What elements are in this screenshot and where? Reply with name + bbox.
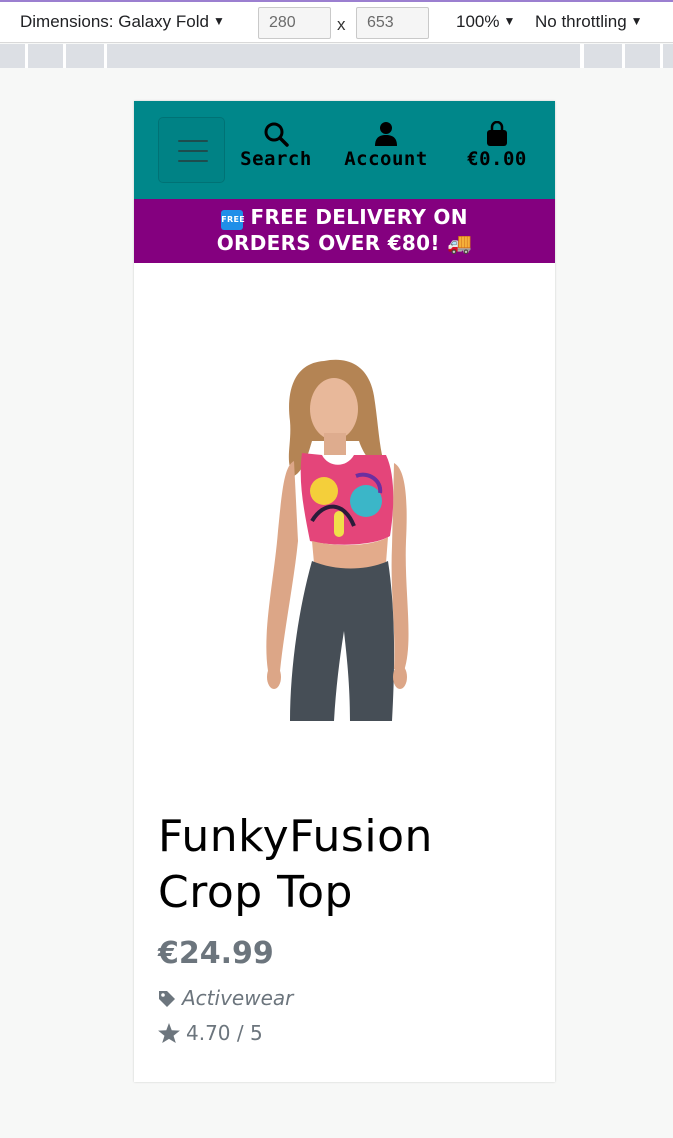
banner-text-1: FREE DELIVERY ON — [250, 205, 468, 229]
cart-total: €0.00 — [467, 148, 527, 170]
device-viewport: Search Account €0.00 FREE FREE DELIVERY … — [134, 101, 555, 1082]
rating-value: 4.70 / 5 — [186, 1021, 263, 1045]
hamburger-line — [178, 150, 208, 152]
free-badge-icon: FREE — [221, 210, 245, 230]
user-icon — [375, 122, 397, 146]
search-link[interactable]: Search — [238, 121, 314, 170]
ruler-segment[interactable] — [584, 44, 622, 68]
caret-down-icon: ▼ — [630, 14, 643, 28]
ruler-segment[interactable] — [663, 44, 673, 68]
dimensions-label: Dimensions: Galaxy Fold — [20, 12, 209, 31]
ruler-segment[interactable] — [625, 44, 660, 68]
account-link[interactable]: Account — [340, 121, 432, 170]
throttling-dropdown[interactable]: No throttling ▼ — [535, 12, 643, 32]
product-rating: 4.70 / 5 — [158, 1021, 263, 1045]
ruler-segment[interactable] — [0, 44, 25, 68]
ruler-segment[interactable] — [66, 44, 104, 68]
dimension-separator: x — [337, 15, 346, 34]
caret-down-icon: ▼ — [212, 14, 225, 28]
shopping-bag-icon — [487, 121, 507, 146]
zoom-dropdown[interactable]: 100% ▼ — [456, 12, 515, 32]
product-price: €24.99 — [158, 936, 274, 971]
media-query-ruler — [0, 44, 673, 68]
caret-down-icon: ▼ — [503, 14, 516, 28]
height-input[interactable]: 653 — [356, 7, 429, 39]
product-title-line-2: Crop Top — [158, 867, 353, 918]
dimensions-dropdown[interactable]: Dimensions: Galaxy Fold ▼ — [20, 12, 225, 32]
zoom-label: 100% — [456, 12, 500, 31]
product-category: Activewear — [182, 986, 294, 1010]
search-label: Search — [240, 148, 312, 170]
top-navbar: Search Account €0.00 — [134, 101, 555, 199]
search-icon — [264, 122, 289, 147]
throttling-label: No throttling — [535, 12, 627, 31]
product-photo — [266, 359, 409, 721]
cart-link[interactable]: €0.00 — [458, 121, 536, 170]
product-category-link[interactable]: Activewear — [158, 986, 293, 1010]
devtools-device-toolbar: Dimensions: Galaxy Fold ▼ 280 x 653 100% ▼… — [0, 0, 673, 43]
star-icon — [158, 1023, 180, 1043]
ruler-segment[interactable] — [107, 44, 580, 68]
hamburger-icon — [178, 140, 208, 142]
banner-text-2: ORDERS OVER €80! 🚚 — [216, 231, 473, 255]
account-label: Account — [344, 148, 428, 170]
ruler-segment[interactable] — [28, 44, 63, 68]
hamburger-line — [178, 160, 208, 162]
product-image[interactable] — [134, 263, 555, 783]
product-title: FunkyFusion Crop Top — [158, 809, 433, 921]
menu-toggle-button[interactable] — [158, 117, 225, 183]
width-input[interactable]: 280 — [258, 7, 331, 39]
free-delivery-banner: FREE FREE DELIVERY ON ORDERS OVER €80! 🚚 — [134, 199, 555, 263]
product-title-line-1: FunkyFusion — [158, 811, 433, 862]
tag-icon — [159, 991, 175, 1007]
banner-line-1: FREE FREE DELIVERY ON — [134, 204, 555, 230]
